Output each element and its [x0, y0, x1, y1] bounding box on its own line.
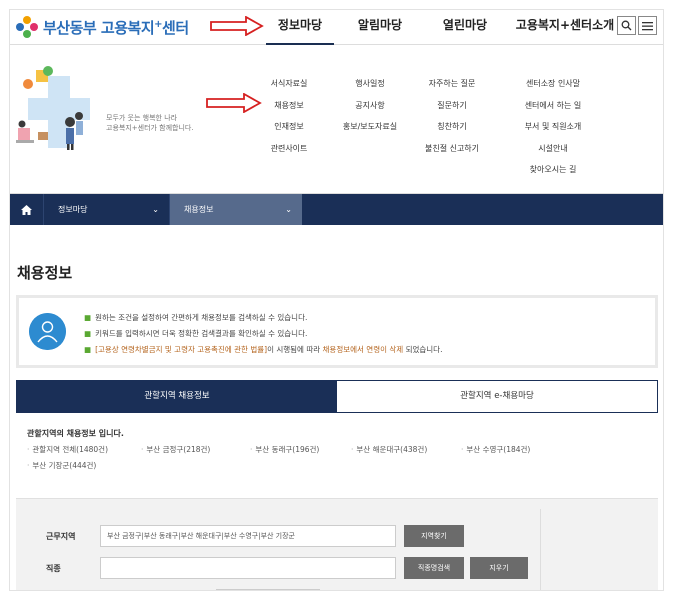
mega-item-jobs[interactable]: 채용정보 — [258, 99, 320, 121]
breadcrumb-level1-label: 정보마당 — [58, 205, 88, 214]
mega-col-info: 서식자료실 채용정보 인재정보 관련사이트 — [258, 77, 320, 163]
mega-item-related-sites[interactable]: 관련사이트 — [258, 142, 320, 164]
slogan: 모두가 웃는 행복한 나라 고용복지+센터가 함께합니다. — [106, 113, 194, 133]
region-label: 부산 해운대구(438건) — [356, 445, 428, 454]
mega-item-work[interactable]: 센터에서 하는 일 — [508, 99, 598, 121]
mega-item-facilities[interactable]: 시설안내 — [508, 142, 598, 164]
region-label: 부산 동래구(196건) — [255, 445, 320, 454]
tab-local-jobs[interactable]: 관할지역 채용정보 — [17, 381, 337, 412]
gnb-info[interactable]: 정보마당 — [266, 10, 334, 45]
region-label: 부산 수영구(184건) — [466, 445, 531, 454]
clear-button[interactable]: 지우기 — [470, 557, 528, 579]
region-link-suyeong[interactable]: · 부산 수영구(184건) — [461, 444, 530, 455]
search-icon — [621, 20, 632, 31]
search-button[interactable] — [617, 16, 636, 35]
region-link-geumjeong[interactable]: · 부산 금정구(218건) — [141, 444, 210, 455]
chevron-down-icon: ⌄ — [285, 205, 292, 214]
home-icon — [21, 204, 32, 215]
mega-item-talent[interactable]: 인재정보 — [258, 120, 320, 142]
job-type-field[interactable] — [100, 557, 396, 579]
mega-col-open: 자주하는 질문 질문하기 칭찬하기 불친절 신고하기 — [412, 77, 492, 163]
info-box: ■ 원하는 조건을 설정하여 간편하게 채용정보를 검색하실 수 있습니다. ■ 키… — [16, 295, 658, 368]
breadcrumb-level2[interactable]: 채용정보 ⌄ — [170, 194, 302, 225]
mega-menu: 모두가 웃는 행복한 나라 고용복지+센터가 함께합니다. 서식자료실 채용정보… — [10, 46, 663, 194]
gnb-open[interactable]: 열린마당 — [423, 10, 507, 45]
job-field-label: 직종 — [46, 564, 61, 573]
region-label: 부산 기장군(444건) — [32, 461, 97, 470]
age-removed-notice: 채용정보에서 연령이 삭제 — [322, 345, 404, 354]
hamburger-menu-icon — [642, 21, 653, 30]
logo-plus: + — [154, 18, 163, 30]
region-label: 관할지역 전체(1480건) — [32, 445, 109, 454]
job-tabs: 관할지역 채용정보 관할지역 e-채용마당 — [16, 380, 658, 413]
breadcrumb-home[interactable] — [10, 194, 44, 225]
mega-item-events[interactable]: 행사일정 — [330, 77, 410, 99]
gnb-notice[interactable]: 알림마당 — [339, 10, 421, 45]
region-link-all[interactable]: · 관할지역 전체(1480건) — [27, 444, 108, 455]
chevron-down-icon: ⌄ — [152, 205, 159, 214]
site-logo[interactable]: 부산동부 고용복지+센터 — [15, 15, 189, 39]
info-line-1: ■ 원하는 조건을 설정하여 간편하게 채용정보를 검색하실 수 있습니다. — [84, 313, 308, 322]
job-search-form: 근무지역 부산 금정구|부산 동래구|부산 해운대구|부산 수영구|부산 기장군… — [16, 498, 658, 590]
site-header: 부산동부 고용복지+센터 정보마당 알림마당 열린마당 고용복지+센터소개 — [10, 10, 663, 45]
breadcrumb-level2-label: 채용정보 — [184, 205, 214, 214]
region-link-gijang[interactable]: · 부산 기장군(444건) — [27, 460, 96, 471]
region-link-dongnae[interactable]: · 부산 동래구(196건) — [250, 444, 319, 455]
breadcrumb-level1[interactable]: 정보마당 ⌄ — [44, 194, 170, 225]
info-line-2: ■ 키워드를 입력하시면 더욱 정확한 검색결과를 확인하실 수 있습니다. — [84, 329, 308, 338]
mega-item-complaint[interactable]: 불친절 신고하기 — [412, 142, 492, 164]
mega-item-notices[interactable]: 공지사항 — [330, 99, 410, 121]
region-heading: 관할지역의 채용정보 입니다. — [27, 429, 124, 438]
mega-item-greeting[interactable]: 센터소장 인사말 — [508, 77, 598, 99]
breadcrumb: 정보마당 ⌄ 채용정보 ⌄ — [10, 194, 663, 225]
tab-e-jobs[interactable]: 관할지역 e-채용마당 — [337, 381, 657, 412]
info-line-2-text: 키워드를 입력하시면 더욱 정확한 검색결과를 확인하실 수 있습니다. — [95, 329, 308, 338]
additional-field[interactable] — [216, 589, 320, 590]
info-line-3-mid: 이 시행됨에 따라 — [267, 345, 323, 354]
info-line-3: ■ [고용상 연령차별금지 및 고령자 고용촉진에 관한 법률]이 시행됨에 따라… — [84, 345, 443, 354]
mega-item-faq[interactable]: 자주하는 질문 — [412, 77, 492, 99]
mega-item-praise[interactable]: 칭찬하기 — [412, 120, 492, 142]
mega-col-notice: 행사일정 공지사항 홍보/보도자료실 — [330, 77, 410, 142]
person-info-icon — [29, 313, 66, 350]
divider — [540, 509, 541, 590]
region-field[interactable]: 부산 금정구|부산 동래구|부산 해운대구|부산 수영구|부산 기장군 — [100, 525, 396, 547]
slogan-line-1: 모두가 웃는 행복한 나라 — [106, 114, 178, 122]
mega-item-staff[interactable]: 부서 및 직원소개 — [508, 120, 598, 142]
mega-item-press[interactable]: 홍보/보도자료실 — [330, 120, 410, 142]
global-nav: 정보마당 알림마당 열린마당 고용복지+센터소개 — [266, 10, 621, 45]
region-field-label: 근무지역 — [46, 532, 76, 541]
find-region-button[interactable]: 지역찾기 — [404, 525, 464, 547]
menu-button[interactable] — [638, 16, 657, 35]
annotation-arrow-jobs — [206, 93, 262, 113]
logo-text: 부산동부 고용복지+센터 — [43, 17, 189, 38]
region-label: 부산 금정구(218건) — [146, 445, 211, 454]
mega-item-forms[interactable]: 서식자료실 — [258, 77, 320, 99]
info-line-1-text: 원하는 조건을 설정하여 간편하게 채용정보를 검색하실 수 있습니다. — [95, 313, 308, 322]
page-title: 채용정보 — [17, 264, 73, 282]
mega-item-directions[interactable]: 찾아오시는 길 — [508, 163, 598, 185]
browser-viewport: 부산동부 고용복지+센터 정보마당 알림마당 열린마당 고용복지+센터소개 모두… — [9, 9, 664, 591]
annotation-arrow-gnb — [210, 16, 264, 36]
law-name: [고용상 연령차별금지 및 고령자 고용촉진에 관한 법률] — [95, 345, 268, 354]
logo-mark-icon — [15, 15, 39, 39]
gnb-about[interactable]: 고용복지+센터소개 — [509, 10, 621, 45]
mega-item-ask[interactable]: 질문하기 — [412, 99, 492, 121]
mega-col-about: 센터소장 인사말 센터에서 하는 일 부서 및 직원소개 시설안내 찾아오시는 … — [508, 77, 598, 185]
job-name-search-button[interactable]: 직종명검색 — [404, 557, 464, 579]
logo-name: 부산동부 고용복지 — [43, 18, 155, 37]
info-line-3-end: 되었습니다. — [403, 345, 443, 354]
logo-suffix: 센터 — [162, 18, 189, 37]
slogan-line-2: 고용복지+센터가 함께합니다. — [106, 124, 194, 132]
region-link-haeundae[interactable]: · 부산 해운대구(438건) — [351, 444, 427, 455]
family-illustration — [16, 66, 90, 150]
